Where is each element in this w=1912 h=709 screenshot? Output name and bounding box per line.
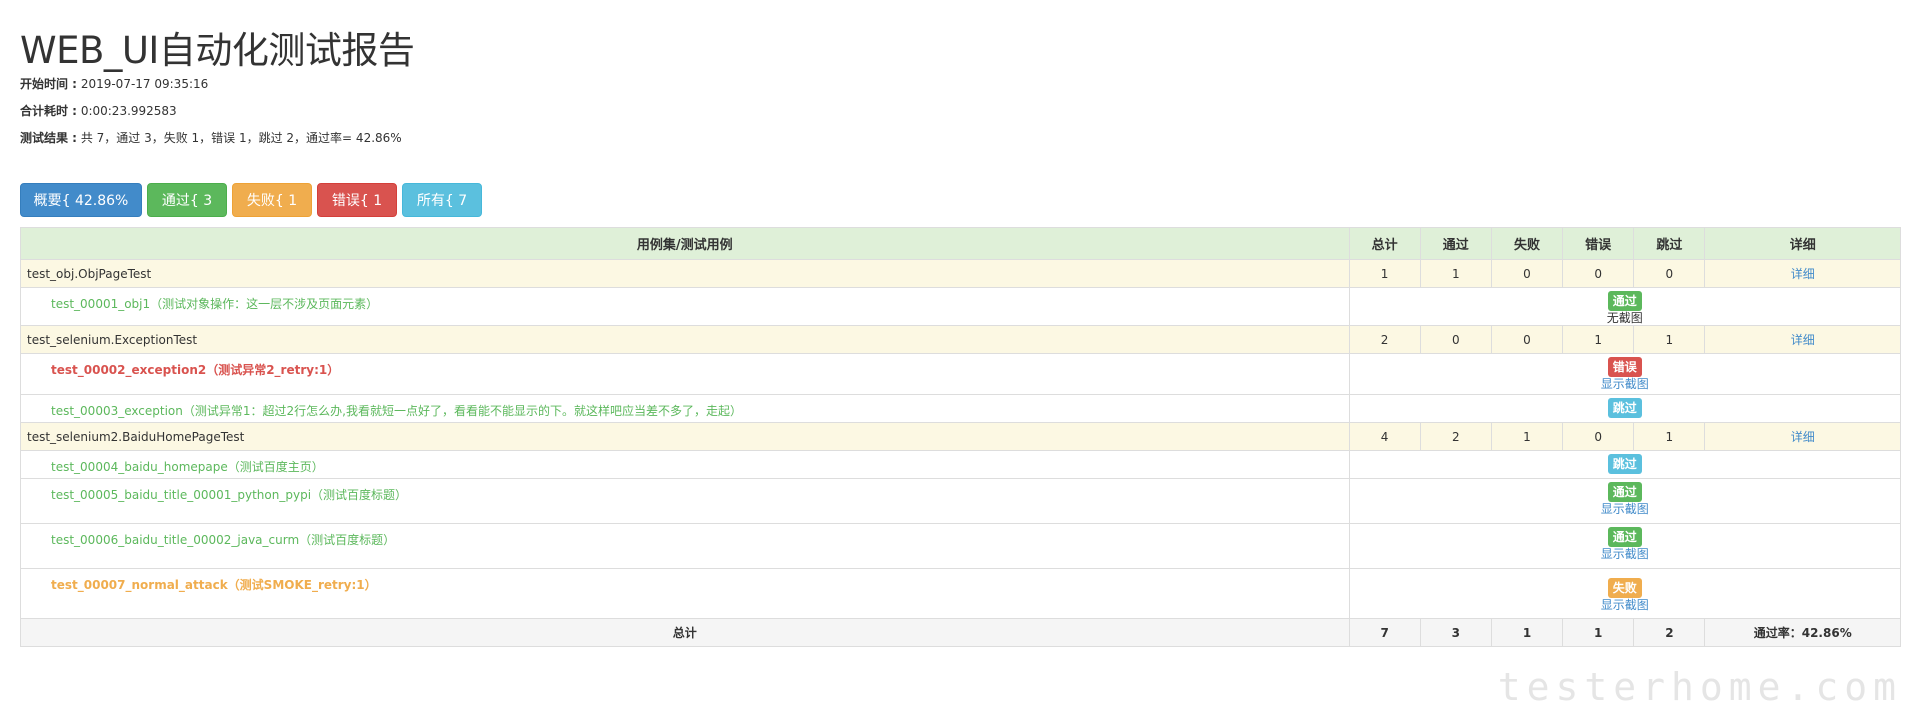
status-badge[interactable]: 通过: [1607, 291, 1642, 311]
test-result-label: 测试结果 :: [20, 131, 77, 145]
suite-fail: 0: [1490, 325, 1564, 354]
suite-name: test_obj.ObjPageTest: [20, 259, 1350, 288]
case-status-cell: 失败 显示截图: [1348, 568, 1902, 619]
duration-value: 0:00:23.992583: [80, 104, 177, 118]
show-screenshot-link[interactable]: 显示截图: [1356, 502, 1894, 516]
case-status-cell: 通过 显示截图: [1348, 523, 1902, 569]
case-row: test_00001_obj1（测试对象操作：这一层不涉及页面元素） 通过 无截…: [20, 287, 1902, 326]
case-status-cell: 通过 无截图: [1348, 287, 1902, 326]
total-label: 总计: [20, 618, 1350, 647]
suite-pass: 1: [1419, 259, 1492, 288]
case-row: test_00003_exception（测试异常1：超过2行怎么办,我看就短一…: [20, 394, 1902, 423]
table-header-row: 用例集/测试用例 总计 通过 失败 错误 跳过 详细: [20, 227, 1901, 260]
detail-link[interactable]: 详细: [1791, 333, 1815, 347]
results-table: 用例集/测试用例 总计 通过 失败 错误 跳过 详细 test_obj.ObjP…: [20, 227, 1902, 647]
case-name: test_00007_normal_attack（测试SMOKE_retry:1…: [20, 568, 1350, 619]
total-pass: 3: [1419, 618, 1492, 647]
status-badge[interactable]: 跳过: [1607, 398, 1642, 418]
total-error: 1: [1562, 618, 1635, 647]
status-badge[interactable]: 通过: [1607, 482, 1642, 502]
suite-skip: 0: [1633, 259, 1706, 288]
case-name: test_00001_obj1（测试对象操作：这一层不涉及页面元素）: [20, 287, 1350, 326]
case-name: test_00006_baidu_title_00002_java_curm（测…: [20, 523, 1350, 569]
case-row: test_00004_baidu_homepape（测试百度主页） 跳过: [20, 450, 1902, 479]
case-status-cell: 通过 显示截图: [1348, 478, 1902, 524]
suite-fail: 0: [1490, 259, 1564, 288]
case-name: test_00003_exception（测试异常1：超过2行怎么办,我看就短一…: [20, 394, 1350, 423]
start-time-value: 2019-07-17 09:35:16: [80, 77, 209, 91]
status-badge[interactable]: 跳过: [1607, 454, 1642, 474]
status-badge[interactable]: 失败: [1607, 578, 1642, 598]
duration: 合计耗时 : 0:00:23.992583: [20, 102, 177, 119]
suite-skip: 1: [1633, 325, 1706, 354]
start-time: 开始时间 : 2019-07-17 09:35:16: [20, 75, 208, 92]
header-testcase: 用例集/测试用例: [20, 227, 1350, 260]
suite-error: 1: [1562, 325, 1635, 354]
case-name: test_00004_baidu_homepape（测试百度主页）: [20, 450, 1350, 479]
pass-filter-button[interactable]: 通过{ 3 }: [147, 183, 227, 243]
suite-total: 2: [1348, 325, 1421, 354]
case-status-cell: 跳过: [1348, 450, 1902, 479]
header-total: 总计: [1348, 227, 1421, 260]
header-detail: 详细: [1704, 227, 1901, 260]
watermark: testerhome.com: [1497, 665, 1902, 709]
suite-pass: 2: [1419, 422, 1492, 451]
case-name: test_00002_exception2（测试异常2_retry:1）: [20, 353, 1350, 395]
case-row: test_00005_baidu_title_00001_python_pypi…: [20, 478, 1902, 524]
header-skip: 跳过: [1633, 227, 1706, 260]
suite-name: test_selenium2.BaiduHomePageTest: [20, 422, 1350, 451]
error-filter-button[interactable]: 错误{ 1 }: [317, 183, 397, 243]
header-fail: 失败: [1490, 227, 1564, 260]
suite-row: test_selenium.ExceptionTest 2 0 0 1 1 详细: [20, 325, 1901, 354]
case-row: test_00006_baidu_title_00002_java_curm（测…: [20, 523, 1902, 569]
total-count: 7: [1348, 618, 1421, 647]
header-error: 错误: [1562, 227, 1635, 260]
suite-row: test_obj.ObjPageTest 1 1 0 0 0 详细: [20, 259, 1901, 288]
filter-buttons: 概要{ 42.86% } 通过{ 3 } 失败{ 1 } 错误{ 1 } 所有{…: [20, 183, 482, 243]
detail-link[interactable]: 详细: [1791, 267, 1815, 281]
duration-label: 合计耗时 :: [20, 104, 77, 118]
suite-total: 1: [1348, 259, 1421, 288]
status-badge[interactable]: 错误: [1607, 357, 1642, 377]
suite-error: 0: [1562, 259, 1635, 288]
case-row: test_00002_exception2（测试异常2_retry:1） 错误 …: [20, 353, 1902, 395]
suite-pass: 0: [1419, 325, 1492, 354]
case-status-cell: 跳过: [1348, 394, 1902, 423]
start-time-label: 开始时间 :: [20, 77, 77, 91]
case-row: test_00007_normal_attack（测试SMOKE_retry:1…: [20, 568, 1902, 619]
case-status-cell: 错误 显示截图: [1348, 353, 1902, 395]
suite-row: test_selenium2.BaiduHomePageTest 4 2 1 0…: [20, 422, 1901, 451]
show-screenshot-link[interactable]: 显示截图: [1356, 547, 1894, 561]
show-screenshot-link[interactable]: 显示截图: [1356, 377, 1894, 391]
suite-name: test_selenium.ExceptionTest: [20, 325, 1350, 354]
status-badge[interactable]: 通过: [1607, 527, 1642, 547]
show-screenshot-link[interactable]: 显示截图: [1356, 598, 1894, 612]
all-filter-button[interactable]: 所有{ 7 }: [402, 183, 482, 243]
suite-fail: 1: [1490, 422, 1564, 451]
suite-skip: 1: [1633, 422, 1706, 451]
test-result-value: 共 7，通过 3，失败 1，错误 1，跳过 2，通过率= 42.86%: [80, 131, 402, 145]
pass-rate: 通过率：42.86%: [1704, 618, 1901, 647]
case-name: test_00005_baidu_title_00001_python_pypi…: [20, 478, 1350, 524]
total-row: 总计 7 3 1 1 2 通过率：42.86%: [20, 618, 1901, 647]
detail-link[interactable]: 详细: [1791, 430, 1815, 444]
summary-button[interactable]: 概要{ 42.86% }: [20, 183, 142, 243]
header-pass: 通过: [1419, 227, 1492, 260]
no-screenshot-label: 无截图: [1606, 311, 1643, 325]
suite-error: 0: [1562, 422, 1635, 451]
fail-filter-button[interactable]: 失败{ 1 }: [232, 183, 312, 243]
test-result: 测试结果 : 共 7，通过 3，失败 1，错误 1，跳过 2，通过率= 42.8…: [20, 129, 402, 146]
suite-total: 4: [1348, 422, 1421, 451]
total-fail: 1: [1490, 618, 1564, 647]
page-title: WEB_UI自动化测试报告: [20, 29, 415, 72]
total-skip: 2: [1633, 618, 1706, 647]
